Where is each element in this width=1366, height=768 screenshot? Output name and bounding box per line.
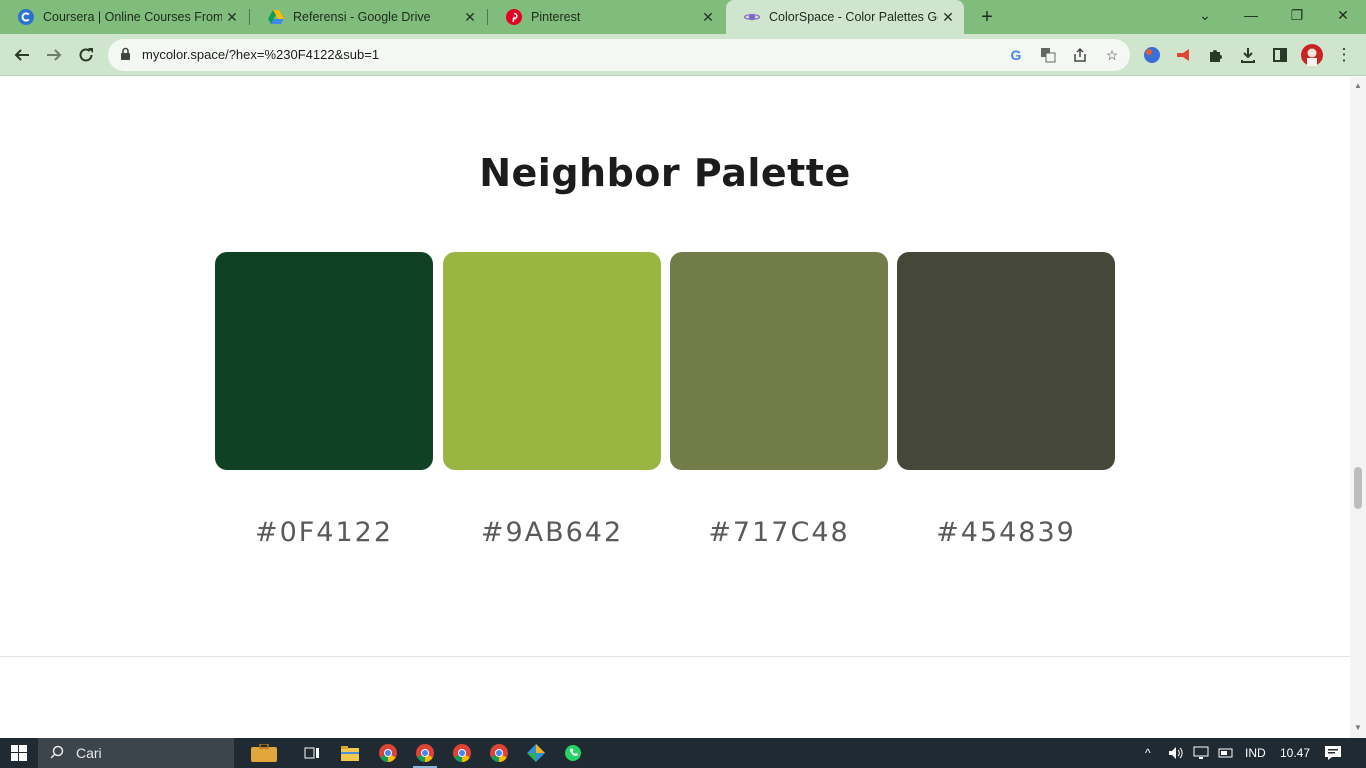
file-explorer-icon[interactable] bbox=[332, 738, 368, 768]
chrome-icon[interactable] bbox=[481, 738, 517, 768]
page-content: Neighbor Palette #0F4122 #9AB642 #717C48… bbox=[0, 77, 1350, 738]
hex-code-3[interactable]: #717C48 bbox=[670, 517, 888, 548]
palette-swatch-1[interactable] bbox=[215, 252, 433, 470]
palette-swatch-2[interactable] bbox=[443, 252, 661, 470]
extension-megaphone-icon[interactable] bbox=[1170, 41, 1198, 69]
tab-search-chevron-icon[interactable]: ⌄ bbox=[1182, 0, 1228, 30]
chrome-icon[interactable] bbox=[370, 738, 406, 768]
battery-icon[interactable] bbox=[1218, 738, 1234, 768]
arrow-left-icon bbox=[14, 49, 29, 61]
coursera-icon bbox=[18, 9, 34, 25]
tab-google-drive[interactable]: Referensi - Google Drive ✕ bbox=[250, 0, 486, 34]
browser-toolbar: mycolor.space/?hex=%230F4122&sub=1 G ☆ ⋮ bbox=[0, 34, 1366, 76]
translate-icon[interactable] bbox=[1038, 45, 1058, 65]
profile-avatar[interactable] bbox=[1298, 41, 1326, 69]
close-tab-icon[interactable]: ✕ bbox=[698, 7, 718, 27]
extension-globe-icon[interactable] bbox=[1138, 41, 1166, 69]
scroll-up-icon[interactable]: ▲ bbox=[1354, 81, 1362, 90]
arrow-right-icon bbox=[47, 49, 62, 61]
new-tab-button[interactable]: + bbox=[976, 6, 998, 28]
close-tab-icon[interactable]: ✕ bbox=[222, 7, 242, 27]
tray-chevron-icon[interactable]: ^ bbox=[1145, 738, 1151, 768]
restore-button[interactable]: ❐ bbox=[1274, 0, 1320, 30]
tab-title: Coursera | Online Courses From bbox=[43, 10, 222, 24]
app-diamond-icon[interactable] bbox=[518, 738, 554, 768]
extensions-puzzle-icon[interactable] bbox=[1202, 41, 1230, 69]
notification-icon[interactable] bbox=[1324, 738, 1342, 768]
chrome-icon[interactable] bbox=[407, 738, 443, 768]
more-menu-icon[interactable]: ⋮ bbox=[1330, 41, 1358, 69]
clock-time[interactable]: 10.47 bbox=[1280, 738, 1310, 768]
briefcase-icon[interactable] bbox=[244, 738, 284, 768]
tab-title: Referensi - Google Drive bbox=[293, 10, 431, 24]
scroll-down-icon[interactable]: ▼ bbox=[1354, 723, 1362, 732]
minimize-button[interactable]: — bbox=[1228, 0, 1274, 30]
volume-icon[interactable] bbox=[1168, 738, 1184, 768]
hex-code-4[interactable]: #454839 bbox=[897, 517, 1115, 548]
reload-icon bbox=[79, 48, 93, 62]
search-icon bbox=[50, 745, 64, 762]
windows-start-icon[interactable] bbox=[0, 738, 38, 768]
language-indicator[interactable]: IND bbox=[1245, 738, 1266, 768]
share-icon[interactable] bbox=[1070, 45, 1090, 65]
url-text: mycolor.space/?hex=%230F4122&sub=1 bbox=[142, 47, 380, 62]
side-panel-icon[interactable] bbox=[1266, 41, 1294, 69]
downloads-icon[interactable] bbox=[1234, 41, 1262, 69]
scrollbar-thumb[interactable] bbox=[1354, 467, 1362, 509]
pinterest-icon bbox=[506, 9, 522, 25]
palette-swatch-4[interactable] bbox=[897, 252, 1115, 470]
tab-pinterest[interactable]: Pinterest ✕ bbox=[488, 0, 724, 34]
address-bar[interactable]: mycolor.space/?hex=%230F4122&sub=1 G ☆ bbox=[108, 39, 1130, 71]
close-window-button[interactable]: ✕ bbox=[1320, 0, 1366, 30]
tab-strip: Coursera | Online Courses From ✕ Referen… bbox=[0, 0, 1366, 34]
close-tab-icon[interactable]: ✕ bbox=[460, 7, 480, 27]
taskbar: Cari ^ IND 10.47 bbox=[0, 738, 1366, 768]
hex-code-1[interactable]: #0F4122 bbox=[215, 517, 433, 548]
close-tab-icon[interactable]: ✕ bbox=[938, 7, 958, 27]
hex-code-2[interactable]: #9AB642 bbox=[443, 517, 661, 548]
google-drive-icon bbox=[268, 9, 284, 25]
lock-icon bbox=[120, 47, 131, 66]
bookmark-star-icon[interactable]: ☆ bbox=[1102, 45, 1122, 65]
task-view-icon[interactable] bbox=[294, 738, 330, 768]
back-button[interactable] bbox=[8, 41, 36, 69]
reload-button[interactable] bbox=[72, 41, 100, 69]
whatsapp-icon[interactable] bbox=[555, 738, 591, 768]
tab-title: ColorSpace - Color Palettes Gen bbox=[769, 10, 938, 24]
section-heading: Neighbor Palette bbox=[479, 151, 851, 195]
tab-title: Pinterest bbox=[531, 10, 581, 24]
colorspace-icon bbox=[744, 9, 760, 25]
taskbar-search-box[interactable]: Cari bbox=[38, 738, 234, 768]
chrome-icon[interactable] bbox=[444, 738, 480, 768]
tab-colorspace[interactable]: ColorSpace - Color Palettes Gen ✕ bbox=[726, 0, 964, 34]
palette-swatch-3[interactable] bbox=[670, 252, 888, 470]
network-icon[interactable] bbox=[1193, 738, 1209, 768]
tab-coursera[interactable]: Coursera | Online Courses From ✕ bbox=[0, 0, 248, 34]
forward-button[interactable] bbox=[40, 41, 68, 69]
google-icon[interactable]: G bbox=[1006, 45, 1026, 65]
section-divider bbox=[0, 656, 1350, 657]
search-placeholder: Cari bbox=[76, 745, 102, 761]
page-scrollbar[interactable]: ▲ ▼ bbox=[1350, 77, 1366, 738]
